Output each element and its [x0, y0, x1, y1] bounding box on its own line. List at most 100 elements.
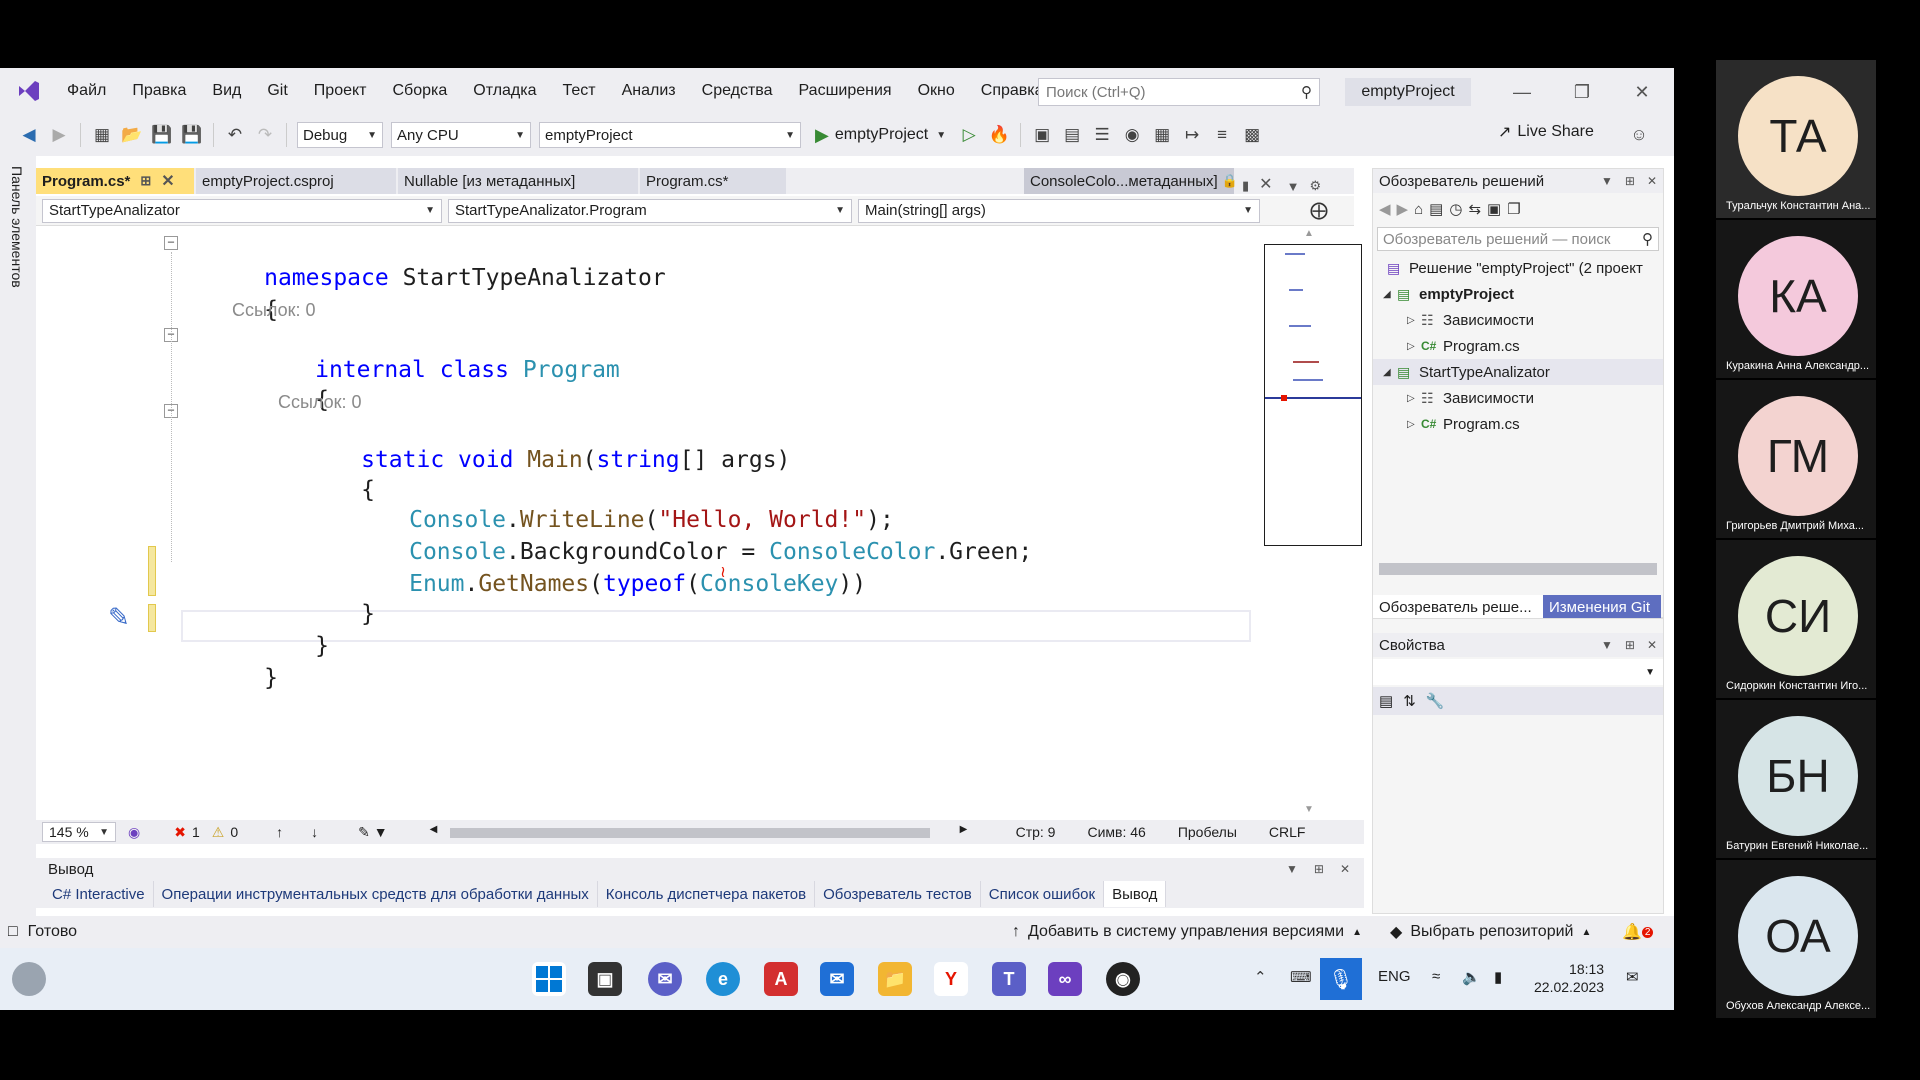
- menu-tools[interactable]: Средства: [689, 68, 786, 114]
- participant-tile[interactable]: ТА Туральчук Константин Ана...: [1716, 60, 1876, 218]
- tree-item-starttypeanalizator[interactable]: ◢ ▤ StartTypeAnalizator: [1373, 359, 1663, 385]
- save-icon[interactable]: 💾: [149, 122, 175, 148]
- show-hidden-icons-chevron-icon[interactable]: ⌃: [1254, 968, 1267, 986]
- collapsed-arrow-icon[interactable]: ▷: [1407, 393, 1421, 404]
- references-codelens[interactable]: Ссылок: 0: [232, 300, 316, 321]
- expanded-arrow-icon[interactable]: ◢: [1383, 289, 1397, 300]
- close-icon[interactable]: ✕: [1622, 78, 1662, 106]
- close-icon[interactable]: ✕: [1340, 862, 1350, 876]
- tab-program-cs-active[interactable]: Program.cs* ⊞ ✕: [36, 168, 194, 194]
- warnings-indicator[interactable]: ⚠ 0: [212, 824, 238, 841]
- close-icon[interactable]: ✕: [1647, 638, 1657, 652]
- split-editor-icon[interactable]: ⨁: [1310, 200, 1328, 221]
- live-share-button[interactable]: ↗ Live Share: [1498, 122, 1594, 142]
- categorized-icon[interactable]: ▤: [1379, 692, 1393, 710]
- pin-icon[interactable]: ⊞: [140, 173, 151, 189]
- redo-icon[interactable]: ↷: [252, 122, 278, 148]
- microphone-icon[interactable]: 🎙: [1320, 958, 1362, 1000]
- scroll-up-icon[interactable]: ▲: [1304, 228, 1314, 239]
- chevron-down-icon[interactable]: ▼: [1601, 174, 1613, 188]
- close-icon[interactable]: ✕: [1647, 174, 1657, 188]
- next-issue-icon[interactable]: ↓: [311, 824, 318, 840]
- keyboard-icon[interactable]: ⌨: [1290, 968, 1312, 986]
- alphabetical-icon[interactable]: ⇅: [1403, 692, 1416, 710]
- package-icon[interactable]: ▦: [1149, 122, 1175, 148]
- tab-program-cs[interactable]: Program.cs*: [640, 168, 786, 194]
- forward-icon[interactable]: ▶: [1397, 200, 1409, 218]
- tab-package-manager-console[interactable]: Консоль диспетчера пакетов: [598, 881, 816, 907]
- collapsed-arrow-icon[interactable]: ▷: [1407, 341, 1421, 352]
- hot-reload-icon[interactable]: 🔥: [986, 122, 1012, 148]
- menu-window[interactable]: Окно: [905, 68, 968, 114]
- pin-icon[interactable]: ⊞: [1625, 638, 1635, 652]
- references-codelens[interactable]: Ссылок: 0: [278, 392, 362, 413]
- tab-test-explorer[interactable]: Обозреватель тестов: [815, 881, 981, 907]
- tab-csproj[interactable]: emptyProject.csproj: [196, 168, 396, 194]
- scroll-left-icon[interactable]: ◀: [430, 824, 438, 835]
- pin-icon[interactable]: ⊞: [1625, 174, 1635, 188]
- feedback-icon[interactable]: ☺: [1626, 122, 1652, 148]
- tree-item-emptyproject[interactable]: ◢ ▤ emptyProject: [1373, 281, 1663, 307]
- code-minimap[interactable]: [1264, 244, 1362, 546]
- project-nav-select[interactable]: StartTypeAnalizator ▼: [42, 198, 442, 223]
- member-nav-select[interactable]: Main(string[] args) ▼: [858, 198, 1260, 223]
- startup-project-select[interactable]: emptyProject ▼: [539, 122, 801, 148]
- close-icon[interactable]: ✕: [1259, 174, 1272, 194]
- step-out-icon[interactable]: ↦: [1179, 122, 1205, 148]
- tab-error-list[interactable]: Список ошибок: [981, 881, 1105, 907]
- settings-gear-icon[interactable]: ⚙: [1309, 178, 1321, 194]
- menu-extensions[interactable]: Расширения: [786, 68, 905, 114]
- menu-project[interactable]: Проект: [301, 68, 380, 114]
- zoom-select[interactable]: 145 % ▼: [42, 822, 116, 842]
- properties-object-select[interactable]: ▼: [1373, 659, 1663, 685]
- column-indicator[interactable]: Симв: 46: [1087, 824, 1145, 840]
- back-icon[interactable]: ◀: [1379, 200, 1391, 218]
- fold-toggle-namespace[interactable]: −: [164, 236, 178, 250]
- wrench-icon[interactable]: 🔧: [1426, 692, 1445, 710]
- input-language[interactable]: ENG: [1378, 968, 1411, 985]
- menu-debug[interactable]: Отладка: [460, 68, 549, 114]
- pin-icon[interactable]: ⊞: [1314, 862, 1324, 876]
- tab-solution-explorer[interactable]: Обозреватель реше...: [1373, 595, 1543, 619]
- tab-data-tools-operations[interactable]: Операции инструментальных средств для об…: [154, 881, 598, 907]
- mail-icon[interactable]: ✉: [820, 962, 854, 996]
- task-view-icon[interactable]: ▣: [588, 962, 622, 996]
- tab-list-chevron-icon[interactable]: ▼: [1287, 179, 1300, 194]
- expanded-arrow-icon[interactable]: ◢: [1383, 367, 1397, 378]
- undo-icon[interactable]: ↶: [222, 122, 248, 148]
- select-repository-button[interactable]: ◆ Выбрать репозиторий ▲: [1390, 922, 1591, 942]
- obs-icon[interactable]: ◉: [1106, 962, 1140, 996]
- previous-issue-icon[interactable]: ↑: [276, 824, 283, 840]
- add-source-control-button[interactable]: ↑ Добавить в систему управления версиями…: [1012, 923, 1362, 941]
- code-editor[interactable]: ✎ − − − namespace StartTypeAnalizator { …: [36, 228, 1264, 820]
- menu-git[interactable]: Git: [254, 68, 300, 114]
- participant-tile[interactable]: КА Куракина Анна Александр...: [1716, 220, 1876, 378]
- show-all-files-icon[interactable]: ❐: [1507, 200, 1520, 218]
- back-icon[interactable]: ◀: [16, 122, 42, 148]
- system-clock[interactable]: 18:13 22.02.2023: [1534, 960, 1604, 996]
- menu-test[interactable]: Тест: [550, 68, 609, 114]
- edge-browser-icon[interactable]: e: [706, 962, 740, 996]
- history-icon[interactable]: ◷: [1449, 200, 1462, 218]
- whitespace-indicator[interactable]: Пробелы: [1178, 824, 1237, 840]
- tree-item-dependencies[interactable]: ▷ ☷ Зависимости: [1373, 385, 1663, 411]
- new-project-icon[interactable]: ▦: [89, 122, 115, 148]
- restore-icon[interactable]: ❐: [1562, 78, 1602, 106]
- menu-file[interactable]: Файл: [54, 68, 119, 114]
- toolbox-tab[interactable]: Панель элементов: [9, 166, 25, 288]
- tree-item-program-cs[interactable]: ▷ C# Program.cs: [1373, 411, 1663, 437]
- run-without-debug-icon[interactable]: ▷: [956, 122, 982, 148]
- tab-consolecolor-metadata[interactable]: ConsoleColo...метаданных] 🔒: [1024, 168, 1238, 194]
- close-icon[interactable]: ✕: [161, 171, 174, 191]
- health-icon[interactable]: ◉: [128, 824, 140, 841]
- tree-item-program-cs[interactable]: ▷ C# Program.cs: [1373, 333, 1663, 359]
- scroll-right-icon[interactable]: ▶: [960, 824, 968, 835]
- errors-indicator[interactable]: ✖ 1: [174, 824, 200, 841]
- horizontal-scroll-thumb[interactable]: [449, 828, 930, 838]
- keep-open-icon[interactable]: ▮: [1242, 178, 1249, 194]
- platform-select[interactable]: Any CPU ▼: [391, 122, 531, 148]
- run-button[interactable]: ▶ emptyProject ▼: [815, 125, 946, 146]
- tab-git-changes[interactable]: Изменения Git: [1543, 595, 1661, 619]
- git-icon[interactable]: ◉: [1119, 122, 1145, 148]
- type-nav-select[interactable]: StartTypeAnalizator.Program ▼: [448, 198, 852, 223]
